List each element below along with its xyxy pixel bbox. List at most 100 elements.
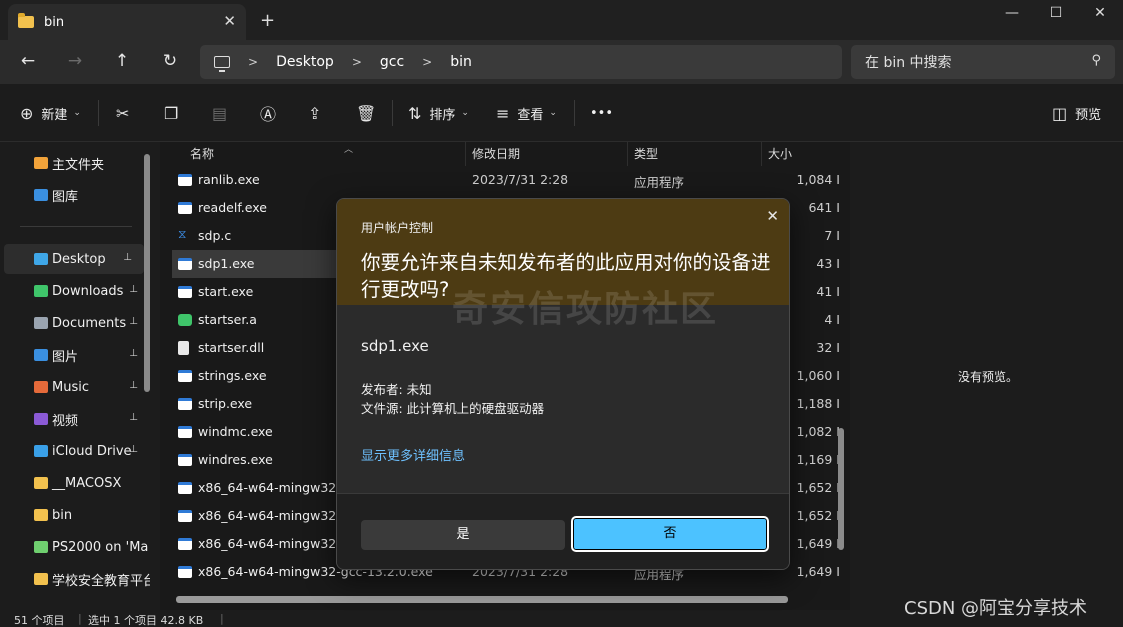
maximize-button[interactable]: ☐	[1036, 0, 1076, 28]
uac-dialog: 用户帐户控制 ✕ 你要允许来自未知发布者的此应用对你的设备进行更改吗? sdp1…	[336, 198, 790, 570]
column-header-date[interactable]: 修改日期	[466, 142, 628, 166]
document-icon	[34, 317, 48, 329]
view-button[interactable]: ≡ 查看 ⌄	[496, 102, 557, 124]
breadcrumb-desktop[interactable]: Desktop	[276, 54, 334, 70]
title-bar: bin ✕ + — ☐ ✕	[0, 0, 1123, 40]
gallery-icon	[34, 189, 48, 201]
uac-file-source: 文件源: 此计算机上的硬盘驱动器	[361, 401, 545, 416]
breadcrumb-separator[interactable]: >	[422, 55, 432, 69]
column-header-name[interactable]: 名称 ︿	[184, 142, 466, 166]
exe-file-icon	[178, 454, 192, 466]
sidebar-item[interactable]: 主文件夹	[0, 148, 150, 178]
file-name: x86_64-w64-mingw32-c	[198, 480, 348, 495]
minimize-button[interactable]: —	[992, 0, 1032, 28]
breadcrumb-gcc[interactable]: gcc	[380, 54, 404, 70]
sidebar-item-label: PS2000 on 'Ma	[52, 539, 149, 555]
sidebar-item[interactable]: bin	[0, 500, 150, 530]
close-window-button[interactable]: ✕	[1080, 0, 1120, 28]
sidebar-scrollbar[interactable]	[144, 154, 150, 392]
archive-file-icon	[178, 314, 192, 326]
sidebar-item-label: __MACOSX	[52, 475, 122, 491]
show-more-details-link[interactable]: 显示更多详细信息	[361, 445, 465, 464]
file-size: 32 I	[816, 340, 840, 355]
sidebar-item[interactable]: __MACOSX	[0, 468, 150, 498]
sort-button[interactable]: ⇅ 排序 ⌄	[408, 102, 469, 124]
rename-button[interactable]: Ⓐ	[260, 102, 284, 124]
tab-bin[interactable]: bin ✕	[8, 4, 246, 40]
paste-button[interactable]: ▤	[212, 102, 235, 124]
sidebar-item[interactable]: Downloads ⊥	[0, 276, 150, 306]
search-icon[interactable]: ⚲	[1091, 53, 1101, 68]
file-name: x86_64-w64-mingw32-g	[198, 508, 349, 523]
preview-pane-button[interactable]: ◫ 预览	[1052, 102, 1101, 124]
file-list-horizontal-scrollbar[interactable]	[176, 596, 788, 603]
sidebar-item-label: bin	[52, 507, 73, 523]
breadcrumb-separator[interactable]: >	[352, 55, 362, 69]
file-size: 1,082 I	[796, 424, 840, 439]
sidebar-item[interactable]: Documents ⊥	[0, 308, 150, 338]
forward-button[interactable]: →	[63, 50, 87, 74]
uac-app-name: sdp1.exe	[361, 337, 429, 355]
address-bar[interactable]: > Desktop > gcc > bin	[200, 45, 842, 79]
new-button[interactable]: ⊕ 新建 ⌄	[20, 102, 81, 124]
no-button[interactable]: 否	[571, 516, 769, 552]
exe-file-icon	[178, 286, 192, 298]
file-size: 1,649 I	[796, 564, 840, 579]
back-button[interactable]: ←	[16, 50, 40, 74]
file-row[interactable]: sdp1.exe 43 I	[172, 250, 840, 278]
paste-icon: ▤	[212, 103, 228, 123]
cut-button[interactable]: ✂	[116, 102, 137, 124]
more-button[interactable]: •••	[590, 102, 613, 124]
exe-file-icon	[178, 510, 192, 522]
sidebar-item[interactable]: iCloud Drive ⊥	[0, 436, 150, 466]
file-list-vertical-scrollbar[interactable]	[838, 428, 844, 550]
sidebar-item[interactable]: PS2000 on 'Ma	[0, 532, 150, 562]
file-name: startser.dll	[198, 340, 265, 355]
copy-button[interactable]: ❐	[164, 102, 186, 124]
up-button[interactable]: ↑	[110, 50, 134, 74]
item-count: 51 个项目	[14, 614, 65, 627]
file-name: windres.exe	[198, 452, 273, 467]
file-type: 应用程序	[634, 175, 685, 190]
refresh-button[interactable]: ↻	[158, 50, 182, 74]
toolbar-divider	[392, 100, 393, 126]
delete-button[interactable]: 🗑	[356, 102, 384, 124]
new-tab-button[interactable]: +	[260, 10, 275, 31]
music-icon	[34, 381, 48, 393]
search-input[interactable]: 在 bin 中搜索 ⚲	[851, 45, 1115, 79]
file-name: start.exe	[198, 284, 254, 299]
sidebar-item[interactable]: 图片 ⊥	[0, 340, 150, 370]
file-size: 1,084 I	[796, 172, 840, 187]
file-name: strings.exe	[198, 368, 267, 383]
close-icon[interactable]: ✕	[766, 207, 779, 225]
sidebar-item[interactable]: 视频 ⊥	[0, 404, 150, 434]
this-pc-icon[interactable]	[214, 56, 230, 72]
selection-info: 选中 1 个项目 42.8 KB	[88, 614, 204, 627]
breadcrumb-separator[interactable]: >	[248, 55, 258, 69]
close-tab-icon[interactable]: ✕	[223, 12, 236, 30]
sort-icon: ⇅	[408, 103, 422, 123]
exe-file-icon	[178, 370, 192, 382]
home-icon	[34, 157, 48, 169]
breadcrumb-bin[interactable]: bin	[450, 54, 472, 70]
column-name-label: 名称	[190, 147, 215, 161]
drive-icon	[34, 541, 48, 553]
column-header-size[interactable]: 大小	[762, 142, 852, 166]
chevron-down-icon: ⌄	[549, 108, 557, 118]
file-size: 4 I	[824, 312, 840, 327]
sidebar-item[interactable]: 图库	[0, 180, 150, 210]
sort-ascending-icon: ︿	[344, 145, 354, 155]
sidebar-item[interactable]: Desktop ⊥	[4, 244, 144, 274]
file-row[interactable]: ranlib.exe 2023/7/31 2:28 应用程序 1,084 I	[172, 166, 840, 194]
exe-file-icon	[178, 202, 192, 214]
sidebar-item-label: iCloud Drive	[52, 443, 132, 459]
yes-button[interactable]: 是	[361, 520, 565, 550]
share-button[interactable]: ⇪	[308, 102, 329, 124]
folder-icon	[34, 573, 48, 585]
pin-icon: ⊥	[129, 444, 138, 455]
sidebar-item-label: 视频	[52, 413, 79, 429]
navigation-pane: 主文件夹 图库 Desktop ⊥ Downloads ⊥ Documents ⊥ 图片 ⊥ Mus…	[0, 142, 158, 610]
sidebar-item[interactable]: 学校安全教育平台	[0, 564, 150, 594]
sidebar-item[interactable]: Music ⊥	[0, 372, 150, 402]
column-header-type[interactable]: 类型	[628, 142, 762, 166]
